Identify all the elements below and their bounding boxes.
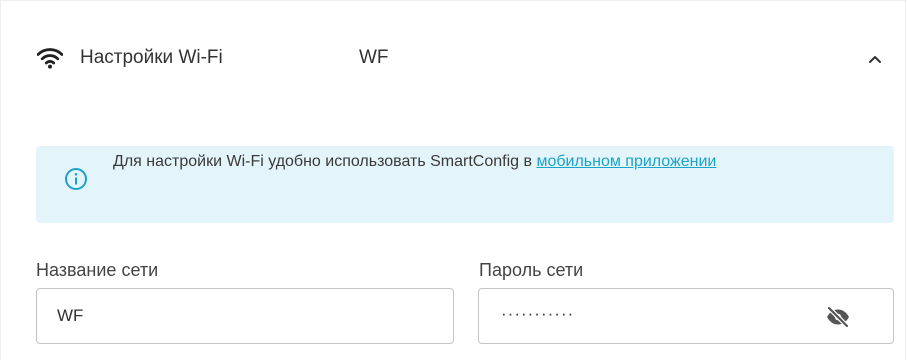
info-circle-icon bbox=[65, 168, 87, 190]
wifi-settings-card: Настройки Wi-Fi WF Для настройки Wi-Fi у… bbox=[0, 0, 906, 360]
chevron-up-icon[interactable] bbox=[861, 45, 889, 73]
wifi-icon bbox=[37, 48, 63, 69]
password-value: ··········· bbox=[501, 304, 575, 323]
ssid-label: Название сети bbox=[36, 260, 159, 280]
mobile-app-link[interactable]: мобильном приложении bbox=[536, 153, 716, 170]
smartconfig-info-alert: Для настройки Wi-Fi удобно использовать … bbox=[36, 146, 894, 223]
eye-off-icon[interactable] bbox=[825, 305, 851, 329]
password-input[interactable]: ··········· bbox=[478, 288, 894, 344]
section-title: Настройки Wi-Fi bbox=[80, 47, 223, 68]
info-text: Для настройки Wi-Fi удобно использовать … bbox=[113, 153, 537, 170]
password-label: Пароль сети bbox=[479, 260, 584, 280]
ssid-input[interactable]: WF bbox=[36, 288, 454, 344]
ssid-value: WF bbox=[57, 306, 84, 325]
wifi-settings-header[interactable]: Настройки Wi-Fi WF bbox=[1, 1, 907, 111]
current-network-name: WF bbox=[359, 47, 389, 68]
